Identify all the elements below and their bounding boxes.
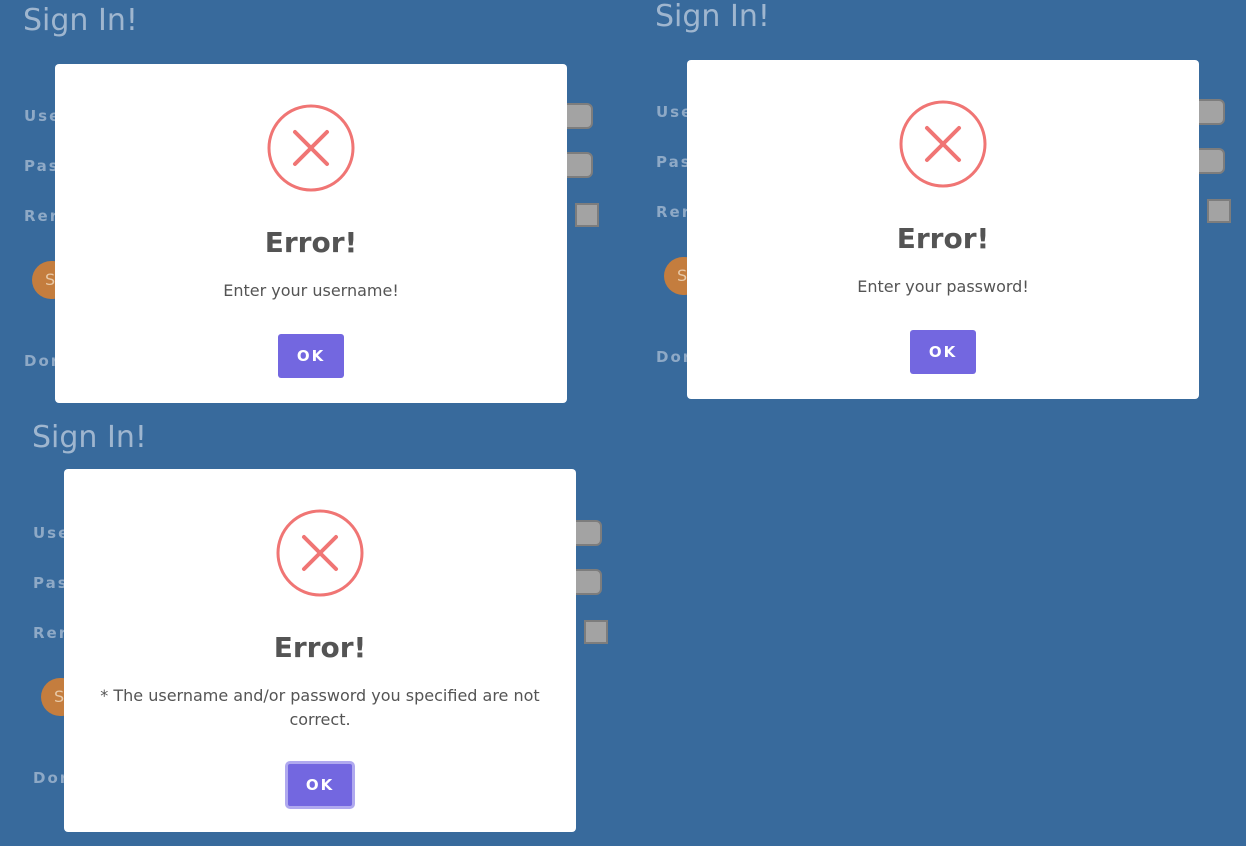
error-x-circle-icon <box>899 100 987 188</box>
signin-button-label: S <box>677 266 688 285</box>
dialog-title: Error! <box>273 631 367 664</box>
ok-button[interactable]: OK <box>278 334 344 378</box>
signin-button-label: S <box>54 687 65 706</box>
page-title: Sign In! <box>23 3 138 38</box>
remember-me-checkbox[interactable] <box>575 203 599 227</box>
signin-button-label: S <box>45 270 56 289</box>
error-x-circle-icon <box>267 104 355 192</box>
page-title: Sign In! <box>32 420 147 455</box>
remember-me-checkbox[interactable] <box>584 620 608 644</box>
error-dialog-credentials: Error! * The username and/or password yo… <box>64 469 576 832</box>
ok-button[interactable]: OK <box>910 330 976 374</box>
dialog-message: Enter your password! <box>857 277 1029 296</box>
error-dialog-username: Error! Enter your username! OK <box>55 64 567 403</box>
error-x-circle-icon <box>276 509 364 597</box>
ok-button[interactable]: OK <box>285 761 355 809</box>
dialog-title: Error! <box>264 226 358 259</box>
dialog-message: * The username and/or password you speci… <box>100 686 540 729</box>
dialog-title: Error! <box>896 222 990 255</box>
remember-me-label: Rer <box>24 207 60 225</box>
remember-me-checkbox[interactable] <box>1207 199 1231 223</box>
page-title: Sign In! <box>655 0 770 34</box>
dialog-message: Enter your username! <box>223 281 399 300</box>
remember-me-label: Rer <box>656 203 692 221</box>
remember-me-label: Rer <box>33 624 69 642</box>
error-dialog-password: Error! Enter your password! OK <box>687 60 1199 399</box>
